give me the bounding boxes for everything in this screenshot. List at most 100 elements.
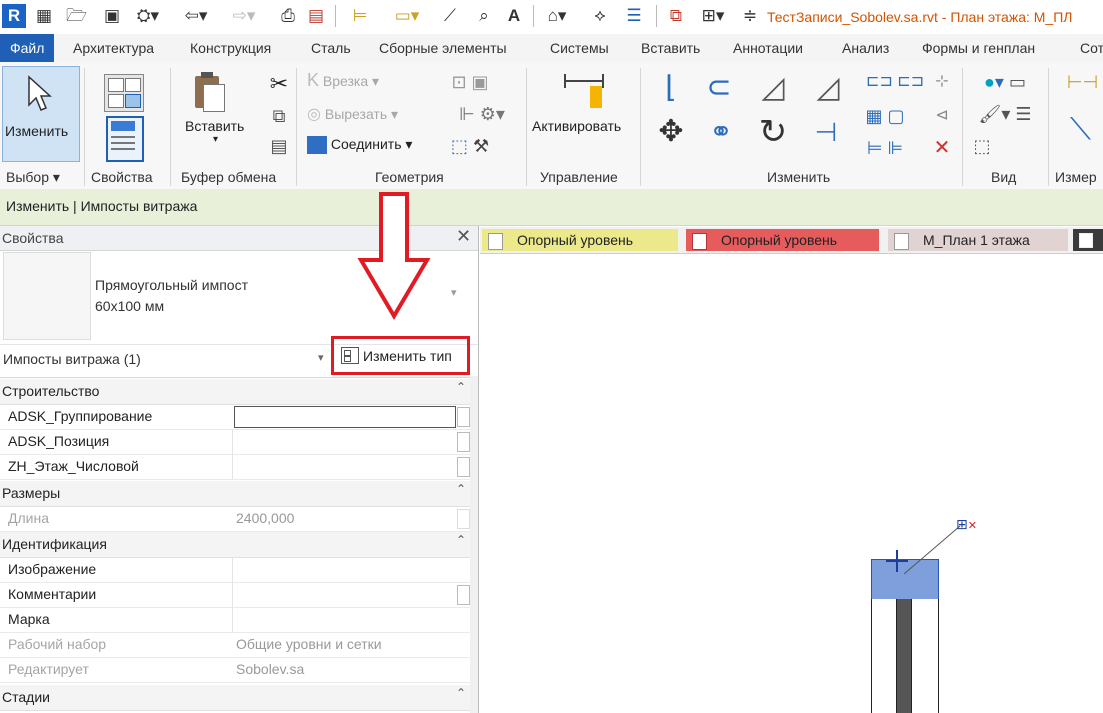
activate-button[interactable]: Активировать bbox=[532, 118, 621, 134]
tab-systems[interactable]: Системы bbox=[550, 34, 609, 62]
tab-view-floor-plan[interactable]: М_План 1 этажа bbox=[888, 229, 1068, 251]
tab-view-overflow[interactable] bbox=[1073, 229, 1103, 251]
filter-chevron-icon[interactable]: ▾ bbox=[318, 351, 324, 364]
mirror-draw-axis-icon[interactable]: ◿ bbox=[808, 72, 848, 104]
param-checkbox[interactable] bbox=[457, 432, 470, 452]
print-icon[interactable]: ⎙ bbox=[278, 6, 298, 26]
param-label: Длина bbox=[8, 510, 49, 526]
paste-dropdown-icon[interactable]: ▾ bbox=[213, 134, 218, 145]
split-gap-icon[interactable]: ⊹ bbox=[930, 70, 954, 94]
category-identity[interactable]: Идентификация ⌃ bbox=[0, 532, 478, 558]
tab-insert[interactable]: Вставить bbox=[641, 34, 700, 62]
sync-icon[interactable]: ⛭▾ bbox=[134, 6, 162, 26]
split-element-icon[interactable]: ⊏⊐ ⊏⊐ bbox=[860, 70, 930, 94]
position-input[interactable] bbox=[232, 429, 457, 454]
type-name-line2[interactable]: 60x100 мм bbox=[95, 298, 164, 314]
comments-input[interactable] bbox=[232, 582, 457, 607]
redo-icon[interactable]: ⇨▾ bbox=[230, 6, 258, 26]
tab-steel[interactable]: Сталь bbox=[311, 34, 351, 62]
join-button[interactable]: Соединить ▾ bbox=[307, 136, 412, 155]
copy-icon[interactable]: ⧉ bbox=[268, 104, 290, 128]
close-icon[interactable]: ✕ bbox=[456, 226, 471, 247]
row-workset: Рабочий набор Общие уровни и сетки bbox=[0, 632, 470, 658]
trim-extend-icon[interactable]: ⊣ bbox=[806, 116, 846, 148]
tag-icon[interactable]: ⌕ bbox=[474, 6, 494, 26]
offset-icon[interactable]: ⊂ bbox=[700, 72, 738, 104]
move-icon[interactable]: ✥ bbox=[652, 116, 690, 148]
close-hidden-icon[interactable]: ⧉ bbox=[666, 6, 686, 26]
text-icon[interactable]: A bbox=[504, 6, 524, 26]
image-input[interactable] bbox=[232, 557, 457, 582]
revit-logo-icon[interactable]: R bbox=[2, 4, 26, 28]
switch-windows-icon[interactable]: ⊞▾ bbox=[698, 6, 728, 26]
cope-button[interactable]: K Врезка ▾ bbox=[307, 70, 379, 91]
type-selector-dropdown-icon[interactable]: ▾ bbox=[451, 286, 457, 299]
tab-collaborate[interactable]: Сот bbox=[1080, 34, 1103, 62]
open-icon[interactable]: 🗁 bbox=[66, 6, 87, 26]
paint-icon[interactable]: ⬚ ⚒ bbox=[444, 134, 496, 158]
3d-view-icon[interactable]: ⌂▾ bbox=[542, 6, 572, 26]
instance-filter-dropdown[interactable]: Импосты витража (1) bbox=[3, 351, 141, 367]
customize-qat-icon[interactable]: ≑ bbox=[740, 6, 760, 26]
undo-icon[interactable]: ⇦▾ bbox=[182, 6, 210, 26]
type-name-line1[interactable]: Прямоугольный импост bbox=[95, 277, 248, 293]
mirror-pick-axis-icon[interactable]: ◿ bbox=[754, 72, 792, 104]
category-dimensions[interactable]: Размеры ⌃ bbox=[0, 481, 478, 507]
home-icon[interactable]: ▦ bbox=[34, 6, 54, 26]
split-face-icon[interactable]: ⊩ ⚙▾ bbox=[444, 102, 520, 126]
properties-palette-icon[interactable] bbox=[106, 116, 144, 162]
section-icon[interactable]: ⟡ bbox=[590, 6, 610, 26]
cut-geometry-button[interactable]: ◎ Вырезать ▾ bbox=[307, 104, 398, 124]
param-checkbox[interactable] bbox=[457, 457, 470, 477]
panel-select-title[interactable]: Выбор ▾ bbox=[6, 166, 60, 188]
param-checkbox[interactable] bbox=[457, 407, 470, 427]
category-phasing[interactable]: Стадии ⌃ bbox=[0, 685, 478, 711]
tab-architecture[interactable]: Архитектура bbox=[73, 34, 154, 62]
hide-element-icon[interactable]: ⬚ bbox=[970, 134, 994, 158]
aligned-dimension-icon[interactable]: ⟍ bbox=[1058, 114, 1103, 146]
rotate-icon[interactable]: ↻ bbox=[754, 115, 792, 149]
array-icon[interactable]: ▦ ▢ bbox=[860, 104, 910, 128]
tab-annotate[interactable]: Аннотации bbox=[733, 34, 803, 62]
delete-icon[interactable]: ✕ bbox=[930, 136, 954, 160]
pin-icon[interactable]: ⊲ bbox=[930, 104, 954, 128]
align-tool-icon[interactable]: ⌊ bbox=[652, 72, 690, 104]
mullion-line[interactable] bbox=[896, 599, 912, 713]
thin-lines-icon[interactable]: ☰ bbox=[624, 6, 644, 26]
tab-precast[interactable]: Сборные элементы bbox=[379, 34, 507, 62]
modify-button[interactable]: Изменить bbox=[2, 66, 80, 162]
match-properties-icon[interactable]: ▤ bbox=[268, 134, 290, 158]
tab-view-reference-level-1[interactable]: Опорный уровень bbox=[482, 229, 678, 251]
activate-dimensions-icon[interactable] bbox=[562, 74, 606, 114]
tab-file[interactable]: Файл bbox=[0, 34, 55, 62]
drawing-canvas[interactable]: ⊞✕ bbox=[480, 254, 1103, 713]
tab-analyze[interactable]: Анализ bbox=[842, 34, 889, 62]
tab-massing-site[interactable]: Формы и генплан bbox=[922, 34, 1035, 62]
paste-button[interactable]: Вставить bbox=[185, 118, 244, 134]
tab-structure[interactable]: Конструкция bbox=[190, 34, 271, 62]
edit-type-button[interactable]: Изменить тип bbox=[363, 348, 452, 364]
wall-joins-icon[interactable]: ⊡ ▣ bbox=[444, 70, 496, 94]
measure-icon[interactable]: ⊨ bbox=[350, 6, 370, 26]
override-graphics-icon[interactable]: ●▾ ▭ bbox=[970, 70, 1040, 94]
align-icon[interactable]: ▭▾ bbox=[392, 6, 422, 26]
paste-icon[interactable] bbox=[193, 70, 227, 114]
save-icon[interactable]: ▣ bbox=[102, 6, 122, 26]
pin-toggle-icon[interactable]: ⊞✕ bbox=[956, 516, 977, 533]
type-properties-icon[interactable] bbox=[104, 74, 144, 112]
floor-input[interactable] bbox=[232, 454, 457, 479]
properties-scrollbar[interactable] bbox=[470, 376, 478, 713]
options-bar: Изменить | Импосты витража bbox=[0, 189, 1103, 226]
param-checkbox[interactable] bbox=[457, 585, 470, 605]
detail-line-icon[interactable]: ⟋ bbox=[440, 6, 460, 26]
export-icon[interactable]: ▤ bbox=[306, 6, 326, 26]
category-construction[interactable]: Строительство ⌃ bbox=[0, 379, 478, 405]
copy-elements-icon[interactable]: ⚭ bbox=[702, 116, 740, 148]
mark-input[interactable] bbox=[232, 607, 457, 632]
measure-distance-icon[interactable]: ⊢⊣ bbox=[1062, 70, 1103, 94]
cut-icon[interactable]: ✂ bbox=[268, 72, 290, 96]
scale-icon[interactable]: ⊨ ⊫ bbox=[860, 136, 910, 160]
tab-view-reference-level-2[interactable]: Опорный уровень bbox=[686, 229, 879, 251]
grouping-input[interactable] bbox=[234, 406, 456, 428]
linework-icon[interactable]: 🖌▾ ☰ bbox=[970, 102, 1040, 126]
